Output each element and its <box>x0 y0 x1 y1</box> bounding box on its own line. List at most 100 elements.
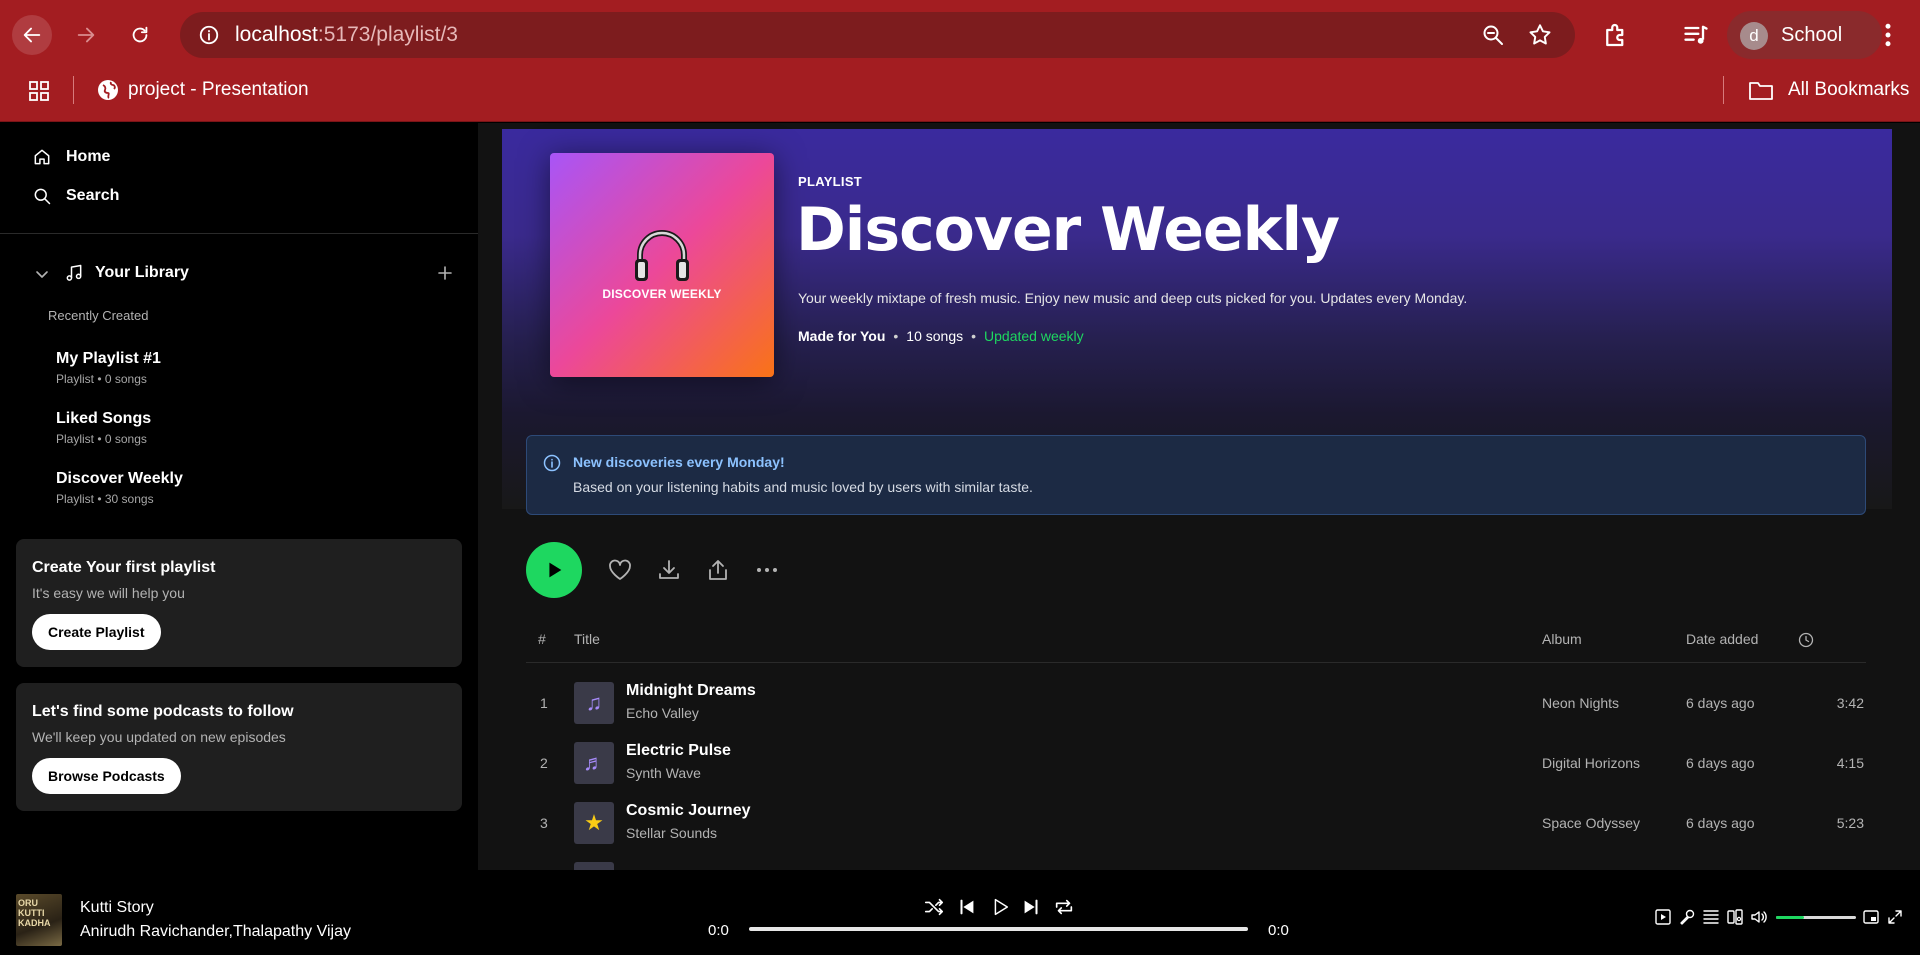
table-row[interactable]: 1 ♫ Midnight Dreams Echo Valley Neon Nig… <box>526 676 1866 732</box>
podcast-card: Let's find some podcasts to follow We'll… <box>16 683 462 811</box>
arrow-left-icon <box>23 27 41 43</box>
library-item-meta: Playlist • 0 songs <box>56 372 147 386</box>
site-info-icon[interactable] <box>198 24 220 46</box>
card-title: Let's find some podcasts to follow <box>32 703 294 720</box>
browser-menu-icon[interactable] <box>1873 20 1903 50</box>
track-album[interactable]: Space Odyssey <box>1542 815 1640 831</box>
table-row[interactable]: 2 ♬ Electric Pulse Synth Wave Digital Ho… <box>526 736 1866 792</box>
track-album[interactable]: Digital Horizons <box>1542 755 1640 771</box>
track-album[interactable]: Neon Nights <box>1542 695 1619 711</box>
play-button[interactable] <box>526 542 582 598</box>
create-playlist-button[interactable]: Create Playlist <box>32 614 161 650</box>
header-number: # <box>538 631 546 647</box>
bookmark-star-icon[interactable] <box>1527 22 1553 48</box>
track-table-header: # Title Album Date added <box>526 631 1866 663</box>
track-artist[interactable]: Stellar Sounds <box>626 825 717 841</box>
track-duration: 3:42 <box>1836 695 1864 711</box>
extensions-icon[interactable] <box>1601 20 1631 50</box>
track-art-music-notes-icon: ♬ <box>574 742 614 784</box>
header-date-added[interactable]: Date added <box>1686 631 1758 647</box>
playlist-owner: Made for You <box>798 328 886 344</box>
banner-subtitle: Based on your listening habits and music… <box>573 479 1033 495</box>
shuffle-icon[interactable] <box>923 896 945 918</box>
more-options-icon[interactable] <box>753 556 781 584</box>
music-note-icon <box>66 264 82 281</box>
library-item-discover-weekly[interactable]: Discover Weekly Playlist • 30 songs <box>56 470 183 506</box>
reload-button[interactable] <box>120 15 160 55</box>
fullscreen-icon[interactable] <box>1886 908 1904 926</box>
folder-icon[interactable] <box>1748 78 1774 102</box>
scrollbar[interactable] <box>1906 123 1920 870</box>
mini-player-icon[interactable] <box>1862 908 1880 926</box>
header-title[interactable]: Title <box>574 631 600 647</box>
track-art <box>574 862 614 870</box>
heart-icon[interactable] <box>606 556 634 584</box>
url-text[interactable]: localhost:5173/playlist/3 <box>235 23 458 47</box>
address-bar[interactable]: localhost:5173/playlist/3 <box>180 12 1575 58</box>
track-artist[interactable]: Echo Valley <box>626 705 699 721</box>
sidebar-item-search[interactable]: Search <box>32 186 119 206</box>
card-title: Create Your first playlist <box>32 559 216 576</box>
plus-icon[interactable] <box>436 264 454 282</box>
library-item-liked-songs[interactable]: Liked Songs Playlist • 0 songs <box>56 410 151 446</box>
reload-icon <box>132 26 148 43</box>
forward-button[interactable] <box>66 15 106 55</box>
table-row-partial[interactable] <box>526 856 1866 870</box>
download-icon[interactable] <box>655 556 683 584</box>
browse-podcasts-button[interactable]: Browse Podcasts <box>32 758 181 794</box>
meta-separator: • <box>971 328 977 344</box>
volume-icon[interactable] <box>1750 908 1768 926</box>
track-art-star-icon: ★ <box>574 802 614 844</box>
chevron-down-icon[interactable] <box>34 266 50 282</box>
clock-icon <box>1798 632 1814 648</box>
back-button[interactable] <box>12 15 52 55</box>
track-name[interactable]: Electric Pulse <box>626 742 731 760</box>
play-pause-icon[interactable] <box>989 896 1011 918</box>
volume-slider[interactable] <box>1776 916 1856 919</box>
header-album[interactable]: Album <box>1542 631 1582 647</box>
total-time: 0:0 <box>1268 922 1289 939</box>
create-playlist-card: Create Your first playlist It's easy we … <box>16 539 462 667</box>
page-title: Discover Weekly <box>796 195 1340 265</box>
library-item-meta: Playlist • 0 songs <box>56 432 147 446</box>
library-title[interactable]: Your Library <box>95 264 189 282</box>
bookmark-separator-right <box>1723 76 1724 104</box>
progress-bar[interactable] <box>749 927 1248 931</box>
bookmark-separator <box>73 76 74 104</box>
track-name[interactable]: Midnight Dreams <box>626 682 756 700</box>
track-name[interactable]: Cosmic Journey <box>626 802 750 820</box>
now-playing-artist[interactable]: Anirudh Ravichander,Thalapathy Vijay <box>80 923 351 941</box>
track-artist[interactable]: Synth Wave <box>626 765 701 781</box>
track-duration: 5:23 <box>1836 815 1864 831</box>
profile-button[interactable]: d School <box>1727 11 1882 59</box>
sidebar-item-home[interactable]: Home <box>32 147 110 167</box>
lyrics-mic-icon[interactable] <box>1678 908 1696 926</box>
now-playing-title[interactable]: Kutti Story <box>80 899 154 917</box>
now-playing-view-icon[interactable] <box>1654 908 1672 926</box>
media-control-icon[interactable] <box>1682 21 1710 49</box>
zoom-icon[interactable] <box>1481 23 1505 47</box>
apps-grid-icon[interactable] <box>27 79 51 103</box>
browser-chrome: localhost:5173/playlist/3 d School proje… <box>0 0 1920 122</box>
main-content: DISCOVER WEEKLY PLAYLIST Discover Weekly… <box>478 123 1920 870</box>
queue-icon[interactable] <box>1702 908 1720 926</box>
globe-icon <box>98 80 118 100</box>
connect-device-icon[interactable] <box>1726 908 1744 926</box>
repeat-icon[interactable] <box>1053 896 1075 918</box>
library-item-my-playlist[interactable]: My Playlist #1 Playlist • 0 songs <box>56 350 161 386</box>
now-playing-art: ORU KUTTI KADHA <box>16 894 62 946</box>
bookmark-project-presentation[interactable]: project - Presentation <box>128 79 309 101</box>
search-icon <box>34 188 51 205</box>
track-art-music-note-icon: ♫ <box>574 682 614 724</box>
previous-track-icon[interactable] <box>956 896 978 918</box>
all-bookmarks-link[interactable]: All Bookmarks <box>1788 79 1909 101</box>
next-track-icon[interactable] <box>1020 896 1042 918</box>
table-row[interactable]: 3 ★ Cosmic Journey Stellar Sounds Space … <box>526 796 1866 852</box>
volume-level <box>1776 916 1804 919</box>
elapsed-time: 0:0 <box>708 922 729 939</box>
playlist-hero: DISCOVER WEEKLY PLAYLIST Discover Weekly… <box>502 129 1892 515</box>
recently-created-label: Recently Created <box>48 308 149 323</box>
playlist-song-count: 10 songs <box>906 328 964 344</box>
sidebar: Home Search Your Library Recently Create… <box>0 123 478 870</box>
share-icon[interactable] <box>704 556 732 584</box>
